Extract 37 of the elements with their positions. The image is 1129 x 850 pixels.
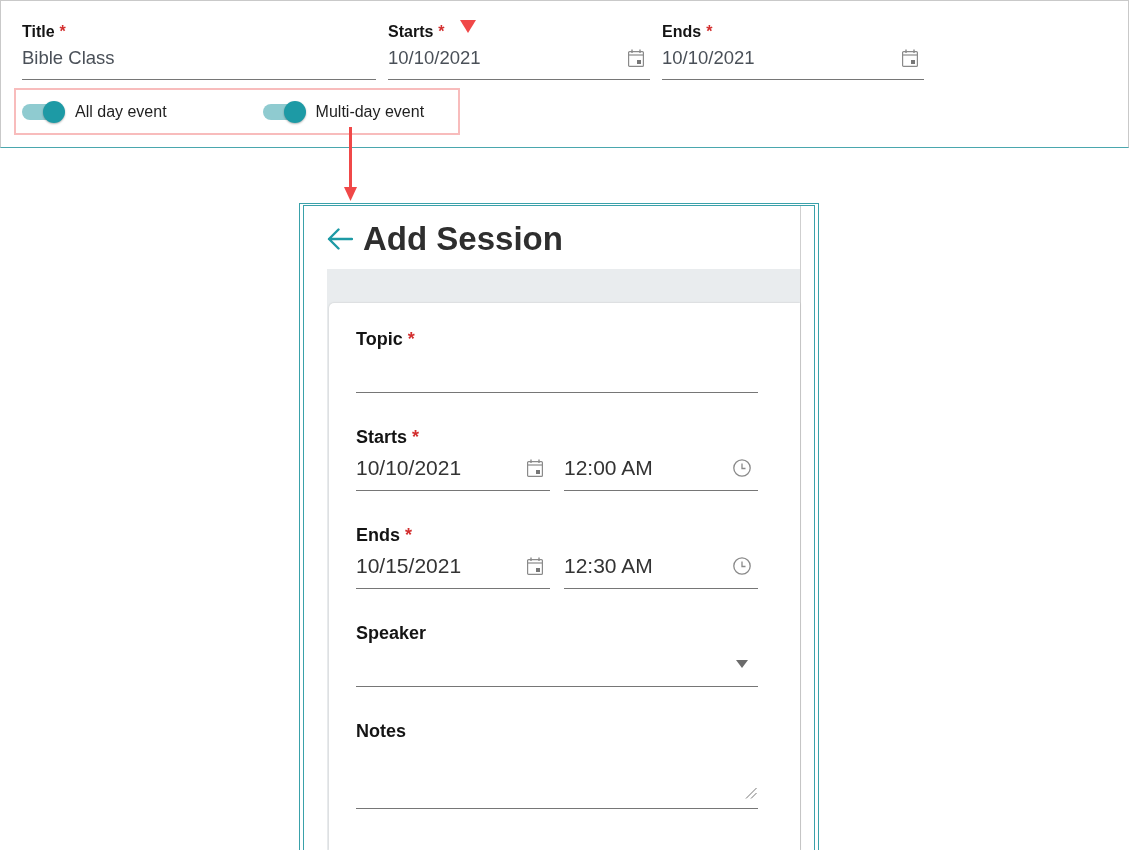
field-label: Title xyxy=(22,24,55,40)
down-arrow-icon xyxy=(344,127,357,201)
field-label: Notes xyxy=(356,721,406,741)
caret-icon[interactable] xyxy=(736,659,748,668)
date-input[interactable]: 10/10/2021 xyxy=(388,40,650,80)
calendar-icon[interactable] xyxy=(902,49,918,67)
back-arrow-icon[interactable] xyxy=(327,228,353,250)
toggle-label: Multi-day event xyxy=(315,102,425,121)
date-input[interactable]: 10/10/2021 xyxy=(662,40,924,80)
required-asterisk: * xyxy=(59,24,66,40)
calendar-icon[interactable] xyxy=(527,458,543,477)
required-asterisk: * xyxy=(706,24,713,40)
toggle-switch[interactable] xyxy=(262,99,306,124)
field-label: Speaker xyxy=(356,623,427,643)
date-input[interactable]: 10/15/2021 xyxy=(356,545,550,589)
resize-grip-icon[interactable] xyxy=(745,787,757,799)
calendar-icon[interactable] xyxy=(628,49,644,67)
required-asterisk: * xyxy=(412,427,420,447)
required-asterisk: * xyxy=(405,525,413,545)
field-label: Starts xyxy=(356,427,408,447)
clock-icon[interactable] xyxy=(733,556,751,575)
time-input[interactable]: 12:30 AM xyxy=(564,545,758,589)
toggle-switch[interactable] xyxy=(22,99,65,124)
clock-icon[interactable] xyxy=(733,458,751,477)
calendar-icon[interactable] xyxy=(527,556,543,575)
panel-title: Add Session xyxy=(363,220,563,258)
field-label: Topic xyxy=(356,329,403,349)
time-input[interactable]: 12:00 AM xyxy=(564,447,758,491)
required-asterisk: * xyxy=(438,24,445,40)
text-input[interactable]: Bible Class xyxy=(22,40,376,80)
field-label: Ends xyxy=(662,24,702,40)
field-label: Ends xyxy=(356,525,400,545)
triangle-marker-icon xyxy=(460,20,476,33)
required-asterisk: * xyxy=(407,329,415,349)
field-label: Starts xyxy=(388,24,434,40)
date-input[interactable]: 10/10/2021 xyxy=(356,447,550,491)
toggle-label: All day event xyxy=(75,102,167,121)
